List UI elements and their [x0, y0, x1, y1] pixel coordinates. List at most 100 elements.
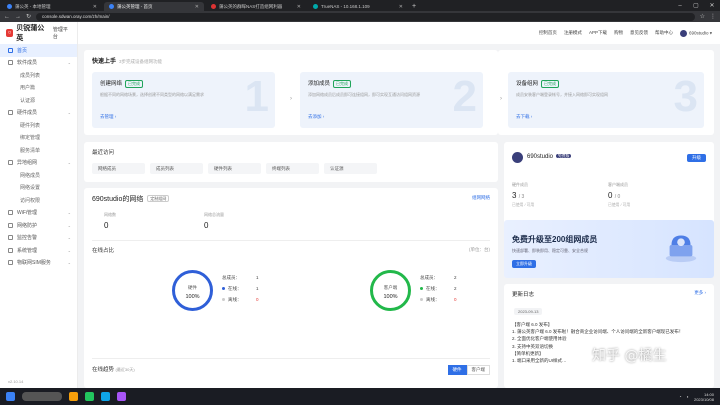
quickstart-step-1: 1 创建网络 已完成 根据不同的网络场景，选择创建不同类型的网络以满足需求 去管理…: [92, 72, 275, 128]
chrome-icon[interactable]: [85, 392, 94, 401]
close-window-icon[interactable]: ✕: [704, 2, 720, 9]
quickstart-card: 快速上手 3步完成设备组网功能 1 创建网络 已完成 根据不同的网络场景，选择创建不…: [84, 50, 498, 135]
sidebar-item-label: 监控告警: [17, 235, 38, 242]
status-badge: 已完成: [541, 80, 560, 88]
status-badge: 已完成: [125, 80, 144, 88]
forward-icon[interactable]: →: [15, 14, 21, 20]
upgrade-button[interactable]: 升级: [687, 154, 706, 162]
chevron-down-icon: ⌄: [67, 235, 71, 241]
sidebar-item[interactable]: 认证源: [0, 94, 77, 107]
wifi-icon[interactable]: ◔: [679, 394, 681, 399]
window-controls: – ▢ ✕: [672, 0, 720, 11]
start-icon[interactable]: [6, 392, 15, 401]
sidebar-item-label: 成员列表: [20, 72, 41, 79]
browser-tab[interactable]: TrueNAS - 10.168.1.109 ✕: [308, 2, 408, 11]
network-link[interactable]: 组网网络: [472, 195, 490, 201]
step-link[interactable]: 去管理 ›: [100, 114, 116, 120]
online-trend-title: 在线趋势 (最近30天): [92, 367, 135, 373]
maximize-icon[interactable]: ▢: [688, 2, 704, 9]
topbar-link-console[interactable]: 控制首页: [539, 30, 557, 36]
recent-item[interactable]: 成员列表: [150, 163, 203, 174]
brand-logo[interactable]: ○ 贝锐蒲公英 管理平台: [0, 22, 77, 44]
clock[interactable]: 14:00 2023/10/08: [694, 392, 714, 402]
online-ratio-title: 在线占比: [92, 248, 115, 254]
tab-close-icon[interactable]: ✕: [399, 4, 403, 10]
sidebar-item[interactable]: 访问权限: [0, 194, 77, 207]
profile-card: 690studio 免费版 升级 硬件成员 3 / 3 已使用 / 可用 客户端成…: [504, 142, 714, 232]
sidebar-item[interactable]: 网络防护 ⌄: [0, 219, 77, 232]
sidebar-item[interactable]: 绑定管理: [0, 132, 77, 145]
edge-icon[interactable]: [101, 392, 110, 401]
search-icon[interactable]: [22, 392, 62, 401]
hardware-legend: 总成员： 1 在线： 1 离线： 0: [222, 275, 259, 302]
recent-item[interactable]: 网络成员: [92, 163, 145, 174]
top-bar: 控制首页 注册模式 APP下载 购物 意见反馈 帮助中心 690studio ▾: [78, 22, 720, 44]
menu-icon[interactable]: ⋮: [710, 13, 716, 20]
nav-icon: [8, 260, 13, 266]
app-icon[interactable]: [117, 392, 126, 401]
step-link[interactable]: 去下载 ›: [516, 114, 532, 120]
sidebar-item[interactable]: WiFi管理 ⌄: [0, 207, 77, 220]
tab-close-icon[interactable]: ✕: [195, 4, 199, 10]
tab-client[interactable]: 客户端: [466, 365, 490, 375]
tab-hardware[interactable]: 硬件: [447, 365, 467, 375]
topbar-link-buy[interactable]: 购物: [614, 30, 623, 36]
logo-icon: ○: [6, 29, 14, 37]
tab-favicon-icon: [7, 4, 12, 9]
file-explorer-icon[interactable]: [69, 392, 78, 401]
sidebar-item[interactable]: 用户篇: [0, 82, 77, 95]
sidebar-item[interactable]: 软件成员 ⌄: [0, 57, 77, 70]
cloud-illustration-icon: [665, 235, 697, 263]
recent-visits-card: 最近访问 网络成员 成员列表 硬件列表 终端列表 认证源: [84, 142, 498, 182]
recent-item[interactable]: 终端列表: [266, 163, 319, 174]
sidebar-item[interactable]: 网络设置: [0, 182, 77, 195]
chevron-down-icon: ⌄: [67, 210, 71, 216]
sidebar-item[interactable]: 硬件成员 ⌄: [0, 107, 77, 120]
sidebar-item[interactable]: 首页: [0, 44, 77, 57]
star-icon[interactable]: ☆: [700, 13, 705, 20]
minimize-icon[interactable]: –: [672, 3, 688, 9]
upgrade-now-button[interactable]: 立即升级: [512, 260, 536, 268]
browser-tab[interactable]: 蒲公英 - 本地管理 ✕: [2, 2, 102, 11]
sidebar-item[interactable]: 系统管理 ⌄: [0, 244, 77, 257]
app-window: ○ 贝锐蒲公英 管理平台 首页 软件成员 ⌄ 成员列表 用户篇 认证源 硬件成员 ⌄ 硬件列表绑…: [0, 22, 720, 388]
changelog-more-link[interactable]: 更多 ›: [694, 290, 706, 296]
recent-item[interactable]: 认证源: [324, 163, 377, 174]
topbar-link-help[interactable]: 帮助中心: [655, 30, 673, 36]
recent-item[interactable]: 硬件列表: [208, 163, 261, 174]
sidebar-item[interactable]: 物联网SIM服务 ⌄: [0, 257, 77, 270]
browser-tab-active[interactable]: 蒲公英管理 - 首页 ✕: [104, 2, 204, 11]
upgrade-banner[interactable]: 免费升级至200组网成员 快速部署、即装即用、稳定可靠、安全合规 立即升级: [504, 220, 714, 278]
sidebar-item[interactable]: 异地组网 ⌄: [0, 157, 77, 170]
sidebar-item[interactable]: 网络成员: [0, 169, 77, 182]
volume-icon[interactable]: ◖: [687, 394, 689, 399]
tab-close-icon[interactable]: ✕: [93, 4, 97, 10]
chevron-down-icon: ⌄: [67, 160, 71, 166]
system-tray: ◔ ◖ 14:00 2023/10/08: [679, 392, 714, 402]
sidebar-item-label: WiFi管理: [17, 210, 37, 217]
topbar-link-app[interactable]: APP下载: [589, 30, 607, 36]
sidebar-item[interactable]: 服务清单: [0, 144, 77, 157]
back-icon[interactable]: ←: [4, 14, 10, 20]
topbar-link-feedback[interactable]: 意见反馈: [630, 30, 648, 36]
url-input[interactable]: console.sdwan.oray.com/zh/main/: [36, 12, 695, 21]
status-badge: 已完成: [333, 80, 352, 88]
sidebar-item[interactable]: 硬件列表: [0, 119, 77, 132]
browser-tab[interactable]: 蒲公英的群晖NAS打造组网利器 ✕: [206, 2, 306, 11]
new-tab-icon[interactable]: +: [408, 2, 420, 11]
step-link[interactable]: 去添加 ›: [308, 114, 324, 120]
sidebar-item[interactable]: 成员列表: [0, 69, 77, 82]
divider: [92, 240, 490, 241]
sidebar-item[interactable]: 监控告警 ⌄: [0, 232, 77, 245]
nav-icon: [8, 47, 13, 53]
quickstart-step-2: 2 添加成员 已完成 添加网络成员后成员即可连接组网，即可实现互通访问组网资源 去…: [300, 72, 483, 128]
tab-close-icon[interactable]: ✕: [297, 4, 301, 10]
nav-icon: [8, 60, 13, 66]
avatar: [512, 152, 523, 163]
reload-icon[interactable]: ↻: [26, 13, 31, 20]
address-bar-row: ← → ↻ console.sdwan.oray.com/zh/main/ ☆ …: [0, 11, 720, 22]
stat-networks: 网络数 0: [104, 212, 116, 230]
topbar-link-register[interactable]: 注册模式: [564, 30, 582, 36]
user-menu[interactable]: 690studio ▾: [679, 29, 712, 37]
trend-tabs: 硬件 客户端: [447, 365, 490, 375]
